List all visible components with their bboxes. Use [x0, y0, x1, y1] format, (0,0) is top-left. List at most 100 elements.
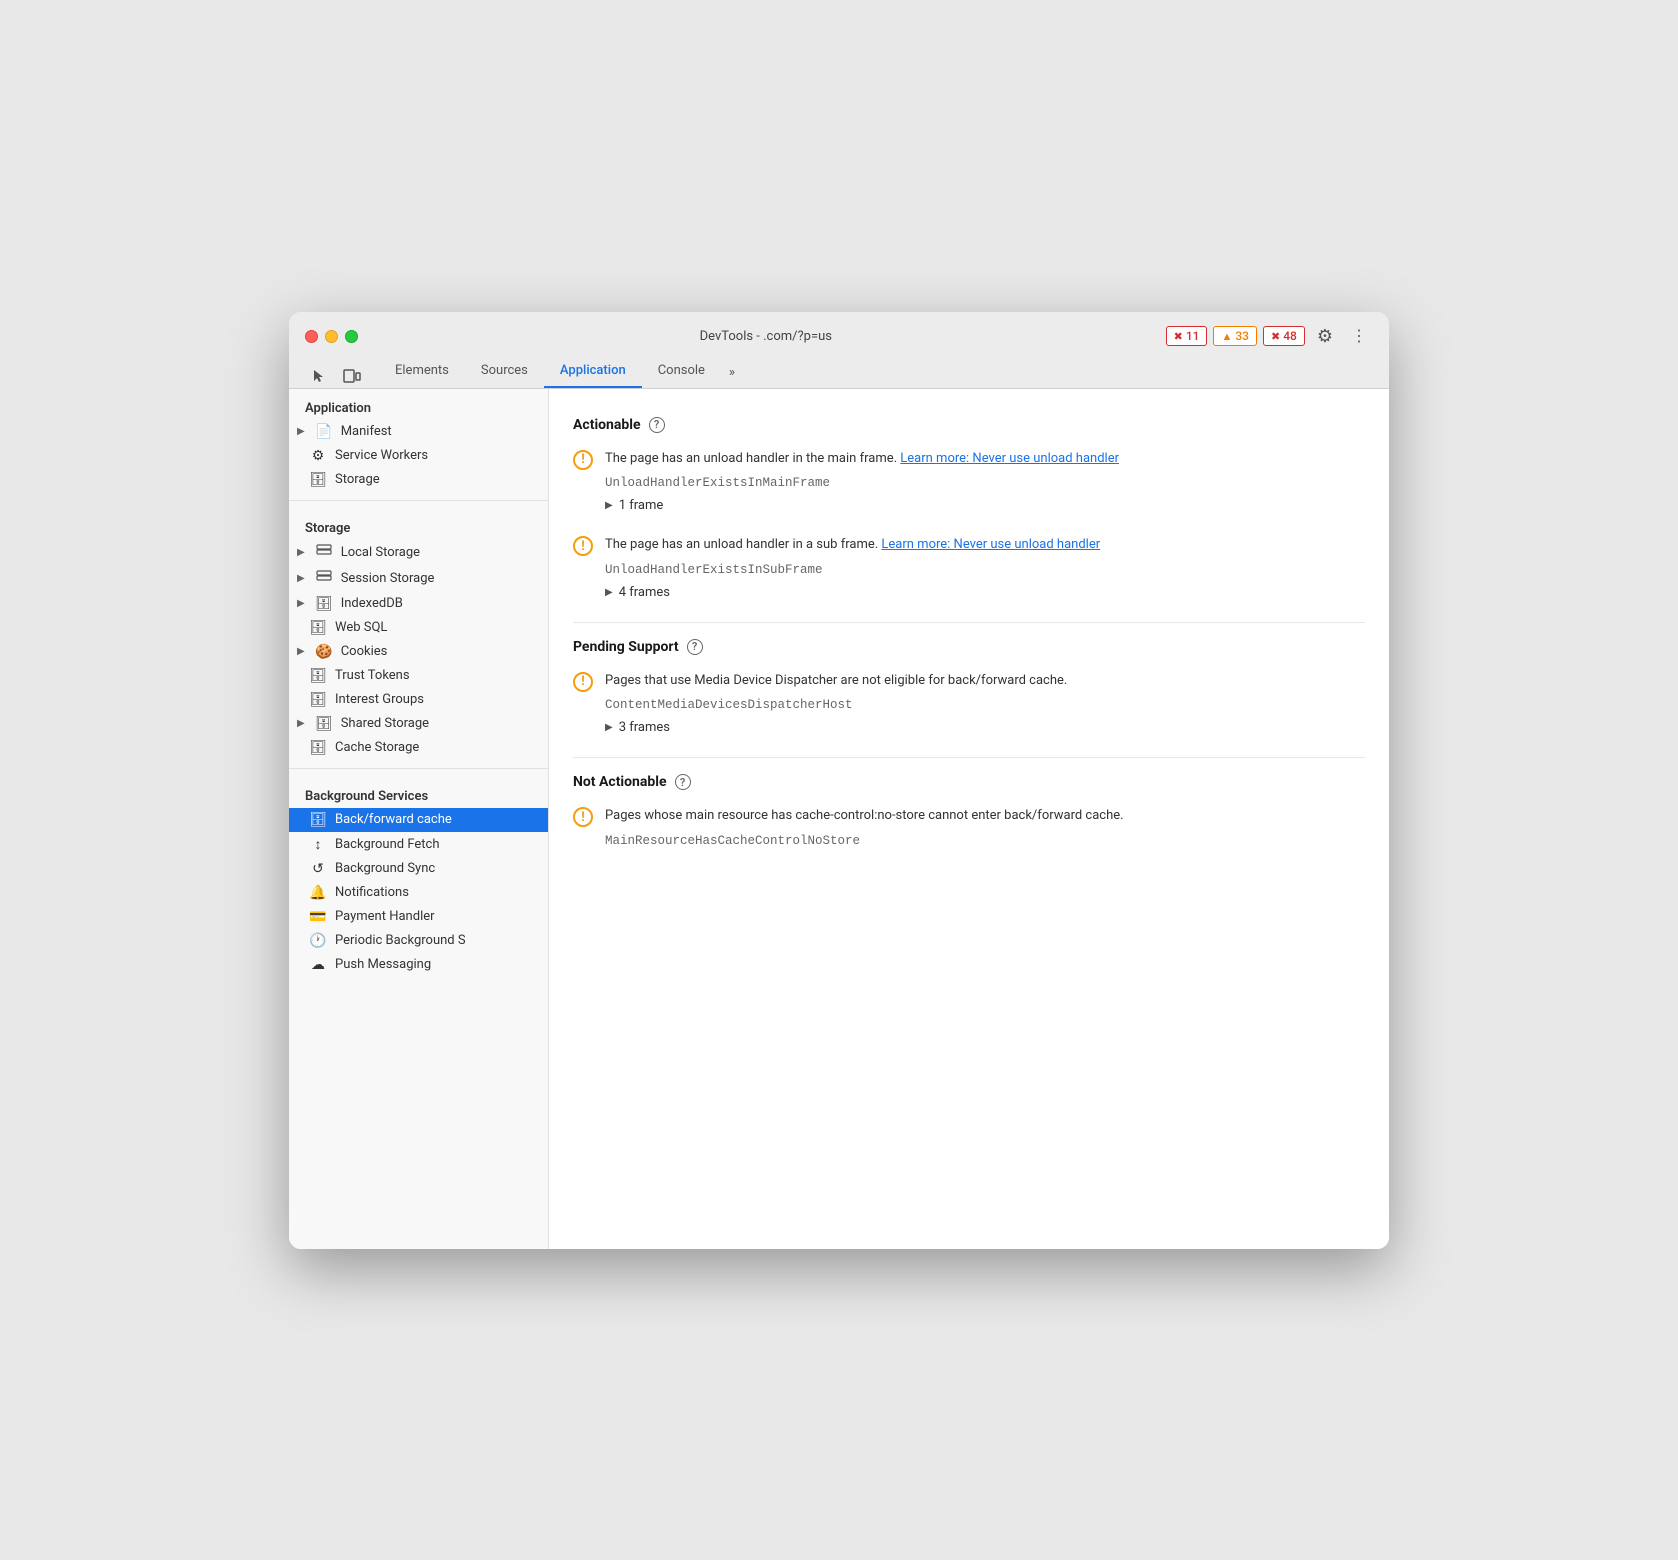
tab-sources[interactable]: Sources — [465, 357, 544, 388]
sidebar-item-shared-storage[interactable]: ▶ 🗄 Shared Storage — [289, 712, 548, 736]
error-badge[interactable]: ✖ 11 — [1166, 326, 1208, 346]
web-sql-icon: 🗄 — [309, 620, 327, 636]
warning-text-1: The page has an unload handler in the ma… — [605, 449, 1365, 469]
warning-count: 33 — [1235, 329, 1249, 343]
more-options-button[interactable]: ⋮ — [1345, 324, 1373, 348]
warning-text-4: Pages whose main resource has cache-cont… — [605, 806, 1365, 826]
trust-tokens-icon: 🗄 — [309, 668, 327, 684]
sidebar-item-payment-handler[interactable]: 💳 Payment Handler — [289, 905, 548, 929]
devtools-window: DevTools - .com/?p=us ✖ 11 ▲ 33 ✖ 48 — [289, 312, 1389, 1249]
cache-storage-icon: 🗄 — [309, 740, 327, 756]
sidebar-item-manifest-label: Manifest — [341, 424, 392, 439]
error-icon: ✖ — [1174, 330, 1183, 343]
sidebar-item-session-storage[interactable]: ▶ Session Storage — [289, 566, 548, 592]
sidebar-item-indexeddb[interactable]: ▶ 🗄 IndexedDB — [289, 592, 548, 616]
frames-toggle-2[interactable]: ▶ 4 frames — [605, 583, 1365, 602]
tab-application[interactable]: Application — [544, 357, 642, 388]
frames-arrow-icon-2: ▶ — [605, 587, 613, 598]
toolbar-right: ✖ 11 ▲ 33 ✖ 48 ⚙ ⋮ — [1158, 324, 1373, 349]
session-storage-icon — [315, 570, 333, 588]
maximize-button[interactable] — [345, 330, 358, 343]
sidebar-item-cookies[interactable]: ▶ 🍪 Cookies — [289, 640, 548, 664]
warning-circle-icon-2: ! — [573, 536, 593, 556]
sidebar-item-web-sql[interactable]: 🗄 Web SQL — [289, 616, 548, 640]
actionable-title: Actionable — [573, 417, 641, 433]
pending-help-icon[interactable]: ? — [687, 639, 703, 655]
sidebar-item-back-forward-cache[interactable]: 🗄 Back/forward cache — [289, 808, 548, 832]
sidebar-item-trust-tokens-label: Trust Tokens — [335, 668, 410, 683]
local-storage-icon — [315, 544, 333, 562]
main-content: Actionable ? ! The page has an unload ha… — [549, 389, 1389, 1249]
settings-button[interactable]: ⚙ — [1311, 324, 1339, 349]
close-button[interactable] — [305, 330, 318, 343]
warning-code-1: UnloadHandlerExistsInMainFrame — [605, 476, 1365, 490]
pending-title: Pending Support — [573, 639, 679, 655]
frames-count-2: 4 frames — [619, 585, 670, 600]
sidebar-item-service-workers[interactable]: ⚙ Service Workers — [289, 444, 548, 468]
tab-more-button[interactable]: » — [721, 359, 743, 388]
back-forward-cache-icon: 🗄 — [309, 812, 327, 828]
arrow-icon: ▶ — [297, 646, 305, 657]
warning-link-1[interactable]: Learn more: Never use unload handler — [900, 451, 1119, 466]
manifest-icon: 📄 — [315, 424, 333, 440]
sidebar-item-periodic-background[interactable]: 🕐 Periodic Background S — [289, 929, 548, 953]
sidebar-item-notifications[interactable]: 🔔 Notifications — [289, 881, 548, 905]
sidebar-item-session-storage-label: Session Storage — [341, 571, 435, 586]
sidebar-item-storage-label: Storage — [335, 472, 380, 487]
warning-badge[interactable]: ▲ 33 — [1213, 326, 1257, 346]
sidebar-item-background-sync[interactable]: ↺ Background Sync — [289, 857, 548, 881]
background-fetch-icon: ↕ — [309, 836, 327, 853]
sidebar-item-periodic-background-label: Periodic Background S — [335, 933, 466, 948]
sidebar-item-storage[interactable]: 🗄 Storage — [289, 468, 548, 492]
sidebar-item-cache-storage[interactable]: 🗄 Cache Storage — [289, 736, 548, 760]
tab-elements[interactable]: Elements — [379, 357, 465, 388]
warning-content-1: The page has an unload handler in the ma… — [605, 449, 1365, 516]
traffic-lights — [305, 330, 358, 343]
sidebar-item-trust-tokens[interactable]: 🗄 Trust Tokens — [289, 664, 548, 688]
sidebar-item-local-storage[interactable]: ▶ Local Storage — [289, 540, 548, 566]
tabs-row: Elements Sources Application Console » — [305, 357, 1373, 388]
arrow-icon: ▶ — [297, 573, 305, 584]
sidebar: Application ▶ 📄 Manifest ⚙ Service Worke… — [289, 389, 549, 1249]
warning-code-4: MainResourceHasCacheControlNoStore — [605, 834, 1365, 848]
sidebar-item-manifest[interactable]: ▶ 📄 Manifest — [289, 420, 548, 444]
sidebar-item-cache-storage-label: Cache Storage — [335, 740, 419, 755]
cursor-tool-button[interactable] — [305, 364, 333, 388]
sidebar-item-push-messaging[interactable]: ☁ Push Messaging — [289, 953, 548, 977]
tab-elements-label: Elements — [395, 363, 449, 378]
warning-link-2[interactable]: Learn more: Never use unload handler — [881, 537, 1100, 552]
not-actionable-section-header: Not Actionable ? — [573, 774, 1365, 790]
warning-icon: ▲ — [1221, 330, 1232, 343]
error-count: 11 — [1186, 329, 1200, 343]
frames-toggle-1[interactable]: ▶ 1 frame — [605, 496, 1365, 515]
sidebar-item-web-sql-label: Web SQL — [335, 620, 387, 635]
frames-toggle-3[interactable]: ▶ 3 frames — [605, 718, 1365, 737]
sidebar-section-background: Background Services — [289, 777, 548, 808]
notifications-icon: 🔔 — [309, 885, 327, 901]
warning-code-3: ContentMediaDevicesDispatcherHost — [605, 698, 1365, 712]
sidebar-item-background-sync-label: Background Sync — [335, 861, 435, 876]
info-badge[interactable]: ✖ 48 — [1263, 326, 1305, 346]
warning-text-2: The page has an unload handler in a sub … — [605, 535, 1365, 555]
badge-group: ✖ 11 ▲ 33 ✖ 48 — [1166, 326, 1305, 346]
storage-icon: 🗄 — [309, 472, 327, 488]
devtools-body: Application ▶ 📄 Manifest ⚙ Service Worke… — [289, 389, 1389, 1249]
tab-console-label: Console — [658, 363, 705, 378]
frames-count-1: 1 frame — [619, 498, 664, 513]
sidebar-item-background-fetch[interactable]: ↕ Background Fetch — [289, 832, 548, 857]
not-actionable-help-icon[interactable]: ? — [675, 774, 691, 790]
actionable-section-header: Actionable ? — [573, 417, 1365, 433]
warning-circle-icon-3: ! — [573, 672, 593, 692]
push-messaging-icon: ☁ — [309, 957, 327, 973]
divider-main-1 — [573, 622, 1365, 623]
info-count: 48 — [1283, 329, 1297, 343]
device-toggle-button[interactable] — [337, 364, 367, 388]
sidebar-item-interest-groups[interactable]: 🗄 Interest Groups — [289, 688, 548, 712]
tab-console[interactable]: Console — [642, 357, 721, 388]
actionable-help-icon[interactable]: ? — [649, 417, 665, 433]
warning-content-4: Pages whose main resource has cache-cont… — [605, 806, 1365, 854]
minimize-button[interactable] — [325, 330, 338, 343]
tab-application-label: Application — [560, 363, 626, 378]
toolbar-left — [305, 364, 367, 388]
divider-main-2 — [573, 757, 1365, 758]
